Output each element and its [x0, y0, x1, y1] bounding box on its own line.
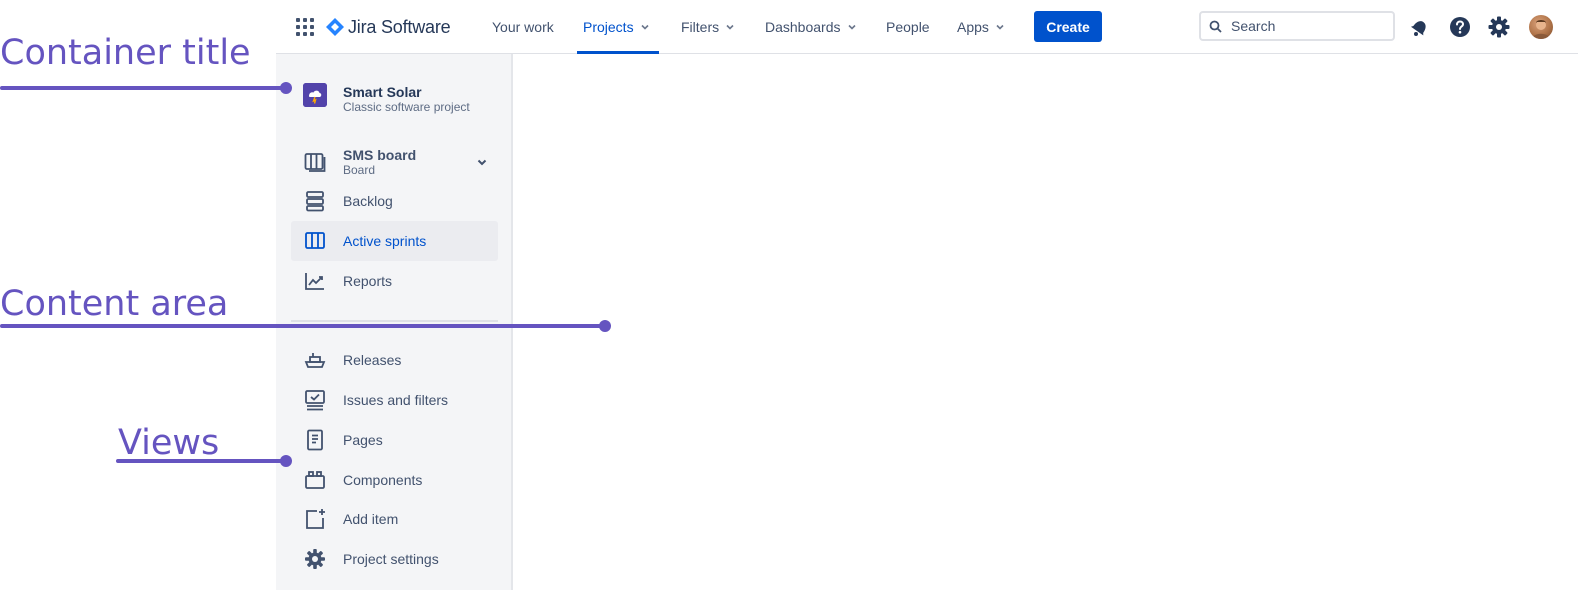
nav-label: Apps	[957, 19, 989, 35]
annotation-dot	[599, 320, 611, 332]
notifications-icon[interactable]	[1409, 16, 1431, 38]
nav-apps[interactable]: Apps	[957, 0, 1005, 54]
avatar[interactable]	[1529, 15, 1553, 39]
add-item-icon	[304, 508, 326, 530]
chevron-down-icon	[725, 22, 735, 32]
sidebar-item-add-item[interactable]: Add item	[291, 499, 498, 539]
sidebar-item-reports[interactable]: Reports	[291, 261, 498, 301]
nav-filters[interactable]: Filters	[681, 0, 735, 54]
annotation-views: Views	[118, 423, 220, 463]
nav-people[interactable]: People	[886, 0, 930, 54]
nav-your-work[interactable]: Your work	[492, 0, 554, 54]
sidebar-item-components[interactable]: Components	[291, 460, 498, 500]
search-input[interactable]	[1229, 17, 1383, 35]
board-icon	[304, 151, 326, 173]
sidebar-item-issues-and-filters[interactable]: Issues and filters	[291, 380, 498, 420]
annotation-line	[0, 324, 604, 328]
sidebar-item-label: Backlog	[343, 193, 393, 209]
nav-dashboards[interactable]: Dashboards	[765, 0, 857, 54]
logo-text: Jira Software	[348, 16, 451, 37]
nav-label: People	[886, 19, 930, 35]
sidebar-item-backlog[interactable]: Backlog	[291, 181, 498, 221]
create-button[interactable]: Create	[1034, 11, 1102, 42]
nav-label: Projects	[583, 19, 634, 35]
sidebar-item-label: Components	[343, 472, 423, 488]
jira-diamond-icon	[326, 18, 344, 36]
annotation-line	[116, 459, 286, 463]
sidebar-item-label: Pages	[343, 432, 383, 448]
content-area	[513, 54, 1578, 590]
sidebar-divider	[291, 320, 498, 322]
search-icon	[1209, 20, 1222, 33]
pages-icon	[304, 429, 326, 451]
project-avatar[interactable]	[303, 83, 327, 107]
chevron-down-icon	[847, 22, 857, 32]
backlog-icon	[304, 190, 326, 212]
chevron-down-icon	[475, 155, 489, 169]
sidebar-item-project-settings[interactable]: Project settings	[291, 539, 498, 579]
sidebar-item-label: Reports	[343, 273, 393, 289]
sidebar-item-label: Active sprints	[343, 233, 427, 249]
reports-icon	[304, 270, 326, 292]
sidebar-item-label: Issues and filters	[343, 392, 449, 408]
project-settings-icon	[304, 548, 326, 570]
sidebar-item-releases[interactable]: Releases	[291, 340, 498, 380]
board-type: Board	[343, 163, 376, 177]
settings-icon[interactable]	[1488, 16, 1510, 38]
sidebar-item-label: Project settings	[343, 551, 439, 567]
project-type: Classic software project	[343, 100, 470, 114]
sidebar-item-label: Add item	[343, 511, 399, 527]
components-icon	[304, 469, 326, 491]
annotation-dot	[280, 455, 292, 467]
nav-label: Your work	[492, 19, 554, 35]
board-name: SMS board	[343, 147, 417, 163]
sidebar-item-active-sprints[interactable]: Active sprints	[291, 221, 498, 261]
top-navigation: Jira Software Your work Projects Filters…	[276, 0, 1578, 54]
chevron-down-icon	[995, 22, 1005, 32]
jira-logo[interactable]: Jira Software	[326, 14, 451, 40]
active-sprints-icon	[304, 230, 326, 252]
sidebar: Smart Solar Classic software project SMS…	[276, 54, 513, 590]
chevron-down-icon	[640, 22, 650, 32]
board-switcher[interactable]: SMS board Board	[291, 143, 498, 183]
search-field[interactable]	[1199, 11, 1395, 41]
annotation-container-title: Container title	[0, 33, 251, 73]
help-icon[interactable]	[1449, 16, 1471, 38]
app-switcher-icon[interactable]	[296, 18, 314, 36]
nav-label: Filters	[681, 19, 720, 35]
nav-label: Dashboards	[765, 19, 841, 35]
annotation-dot	[280, 82, 292, 94]
sidebar-item-label: Releases	[343, 352, 402, 368]
issues-filters-icon	[304, 389, 326, 411]
project-name[interactable]: Smart Solar	[343, 84, 422, 100]
nav-projects[interactable]: Projects	[583, 0, 650, 54]
releases-icon	[304, 349, 326, 371]
annotation-line	[0, 86, 286, 90]
sidebar-item-pages[interactable]: Pages	[291, 420, 498, 460]
annotation-content-area: Content area	[0, 284, 229, 324]
